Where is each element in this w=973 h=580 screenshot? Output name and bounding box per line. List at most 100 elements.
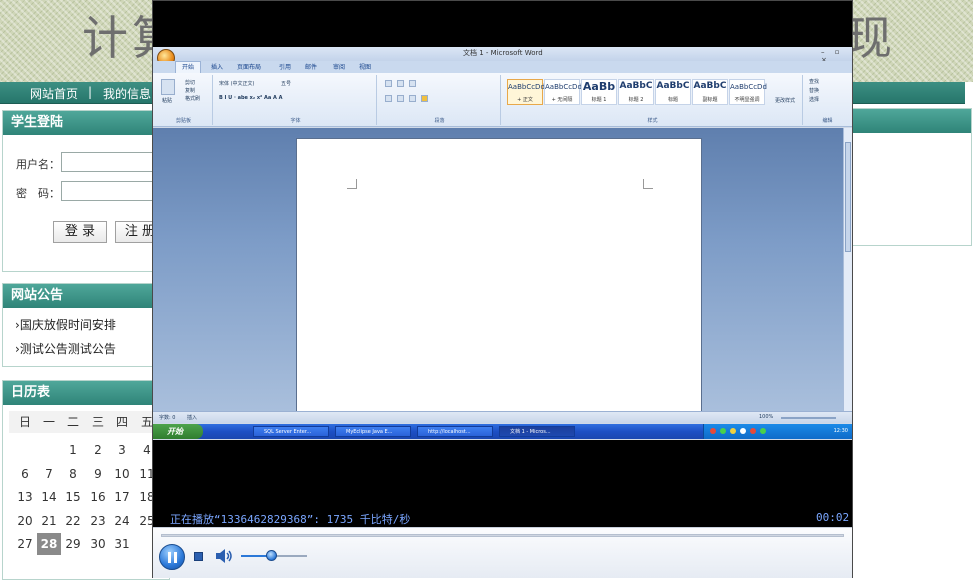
format-painter-label: 格式刷 [185,96,201,102]
select-label: 选择 [809,97,820,103]
calendar-day[interactable]: 29 [61,533,85,555]
crop-mark [643,179,653,189]
multilevel-icon [409,80,416,87]
pause-button[interactable] [159,544,185,570]
calendar-day[interactable]: 10 [110,463,134,485]
style-name: 标题 [667,97,678,103]
notice-item[interactable]: ›国庆放假时间安排 [15,316,116,333]
windows-taskbar: 开始 SQL Server Enter... MyEclipse Java E.… [153,424,852,439]
calendar-day[interactable]: 17 [110,486,134,508]
calendar-day[interactable]: 13 [13,486,37,508]
calendar-day[interactable]: 30 [86,533,110,555]
style-sample: AaBbC [656,81,690,91]
calendar-day[interactable]: 23 [86,510,110,532]
calendar-weekday: 三 [91,415,104,429]
style-sample: AaBbC [693,81,727,91]
nav-separator: | [88,85,93,99]
calendar-day[interactable]: 3 [110,439,134,461]
notice-item-text[interactable]: 国庆放假时间安排 [20,318,116,332]
word-tab: 邮件 [305,64,318,71]
calendar-day-today[interactable]: 28 [37,533,61,555]
style-option: AaBbC 标题 2 [618,79,654,105]
calendar-panel-title: 日历表 [3,381,169,405]
notice-item[interactable]: ›测试公告测试公告 [15,340,116,357]
calendar-day[interactable]: 14 [37,486,61,508]
pause-icon [168,552,171,563]
login-panel-title: 学生登陆 [3,111,169,135]
tray-icon [710,428,716,434]
volume-slider[interactable] [241,550,307,561]
tray-clock: 12:30 [833,428,848,434]
volume-icon[interactable] [215,548,233,564]
style-sample: AaBbCcDd [545,83,582,91]
style-name: 标题 1 [591,97,607,103]
seek-bar[interactable] [161,534,844,537]
calendar-weekday: 四 [115,415,128,429]
align-center-icon [397,95,404,102]
word-tab: 引用 [279,64,292,71]
word-count: 字数: 0 [159,415,176,421]
paste-label: 粘贴 [162,98,173,104]
calendar-day[interactable]: 7 [37,463,61,485]
replace-label: 替换 [809,88,820,94]
video-area[interactable]: 文档 1 - Microsoft Word – ▫ × 开始 插入 页面布局 引… [153,47,852,440]
password-label: 密 码： [16,187,60,200]
style-option: AaBbC 标题 [655,79,691,105]
ribbon-group-label: 剪贴板 [175,118,191,124]
ribbon-group-paragraph: 段落 [379,75,501,125]
nav-link-home[interactable]: 网站首页 [30,85,78,102]
style-sample: AaBbC [619,81,653,91]
word-scrollbar [843,128,852,411]
word-tab: 审阅 [333,64,346,71]
nav-link-my-info[interactable]: 我的信息 [103,85,151,102]
calendar-day[interactable]: 8 [61,463,85,485]
style-option: AaBbCcDd 不明显强调 [729,79,767,105]
style-option: AaBbCcDd + 无间隔 [544,79,582,105]
document-page [296,138,702,413]
justify-icon [421,95,428,102]
word-window-title: 文档 1 - Microsoft Word [463,49,543,57]
calendar-day[interactable]: 20 [13,510,37,532]
calendar-weekday: 日 [18,415,31,429]
calendar-day[interactable]: 9 [86,463,110,485]
calendar-day[interactable]: 2 [86,439,110,461]
right-panel-head [853,109,971,133]
login-panel: 学生登陆 用户名： 密 码： 登 录 注 册 [2,110,171,272]
ribbon-group-label: 字体 [290,118,301,124]
elapsed-time: 00:02 [816,511,850,524]
ribbon-group-clipboard: 粘贴 剪切 复制 格式刷 剪贴板 [155,75,213,125]
insert-mode: 插入 [187,415,198,421]
calendar-day[interactable]: 1 [61,439,85,461]
ribbon-group-styles: AaBbCcDd + 正文 AaBbCcDd + 无间隔 AaBb 标题 1 AaBbC 标题… [503,75,803,125]
numbering-icon [397,80,404,87]
volume-knob[interactable] [265,550,277,561]
calendar-day[interactable]: 27 [13,533,37,555]
calendar-day[interactable]: 21 [37,510,61,532]
calendar-weekday: 二 [66,415,79,429]
ribbon-group-font: 宋体 (中文正文) 五号 B I U · abe x₂ x² Aa A A 字体 [215,75,377,125]
calendar-day[interactable]: 6 [13,463,37,485]
calendar-day[interactable]: 31 [110,533,134,555]
zoom-slider [781,417,836,419]
style-name: 标题 2 [628,97,644,103]
style-name: 不明显强调 [734,97,760,103]
calendar-day[interactable]: 22 [61,510,85,532]
calendar-day[interactable]: 24 [110,510,134,532]
pause-icon [174,552,177,563]
zoom-level: 100% [759,414,774,420]
tray-icon [720,428,726,434]
login-button[interactable]: 登 录 [53,221,107,243]
word-title-bar: 文档 1 - Microsoft Word – ▫ × [153,47,852,64]
calendar-day[interactable]: 15 [61,486,85,508]
style-option: AaBbC 副标题 [692,79,728,105]
bullets-icon [385,80,392,87]
calendar-day[interactable]: 16 [86,486,110,508]
tray-icon [730,428,736,434]
word-tab: 页面布局 [237,64,262,71]
font-format-buttons: B I U · abe x₂ x² Aa A A [219,95,283,101]
stop-button[interactable] [194,552,203,561]
style-option: AaBb 标题 1 [581,79,617,105]
system-tray: 12:30 [703,424,852,439]
notice-item-text[interactable]: 测试公告测试公告 [20,342,116,356]
tray-icon [750,428,756,434]
